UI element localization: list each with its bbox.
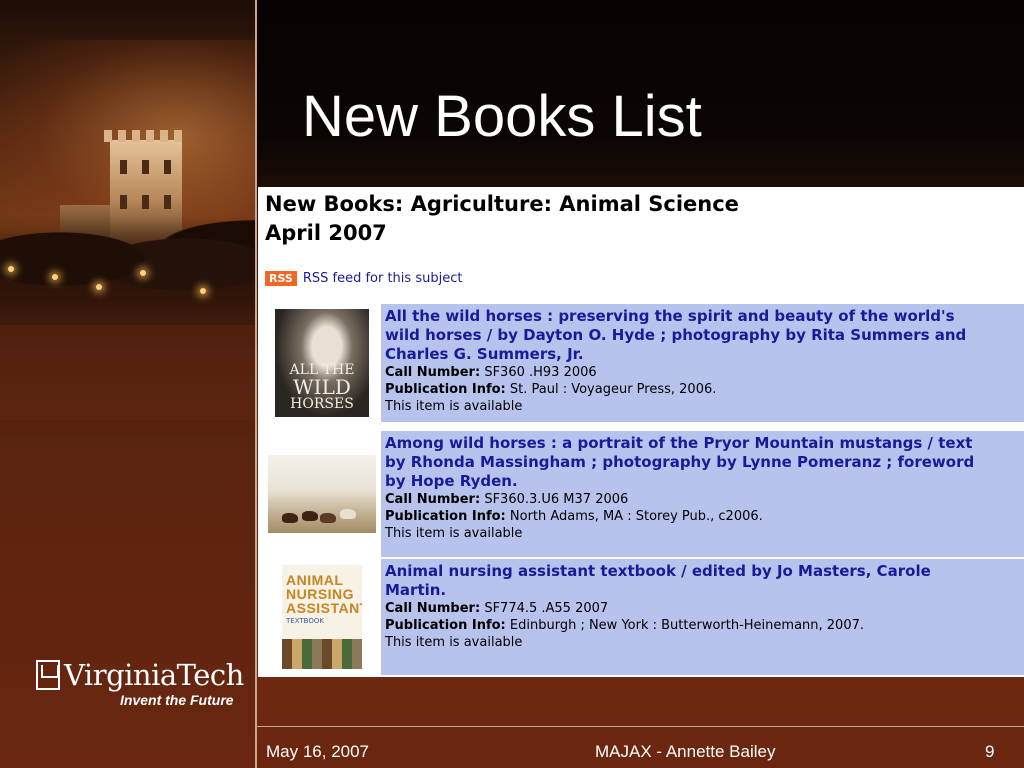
cover-title-line: NURSING <box>286 586 355 602</box>
publication-label: Publication Info: <box>385 618 506 633</box>
book-title-link[interactable]: Animal nursing assistant textbook / edit… <box>385 562 1020 600</box>
cover-title-line: ASSISTANT <box>286 600 362 616</box>
call-number: Call Number: SF360 .H93 2006 <box>385 364 1020 381</box>
publication-value: St. Paul : Voyageur Press, 2006. <box>509 382 717 397</box>
new-books-page-screenshot: New Books: Agriculture: Animal Science A… <box>258 187 1024 677</box>
book-info: Animal nursing assistant textbook / edit… <box>381 559 1024 675</box>
call-number-label: Call Number: <box>385 492 481 507</box>
vt-emblem-icon <box>36 660 60 690</box>
cover-subtitle: TEXTBOOK <box>286 617 324 625</box>
book-title-line: Charles G. Summers, Jr. <box>385 345 584 363</box>
book-item: ANIMAL NURSING ASSISTANT TEXTBOOK Animal… <box>266 559 1024 675</box>
footer-date: May 16, 2007 <box>266 742 370 761</box>
virginia-tech-logo: VirginiaTech Invent the Future <box>36 660 244 708</box>
publication-label: Publication Info: <box>385 509 506 524</box>
heading-subject: New Books: Agriculture: Animal Science <box>265 192 739 216</box>
publication-value: North Adams, MA : Storey Pub., c2006. <box>509 509 763 524</box>
logo-tagline: Invent the Future <box>120 692 234 708</box>
book-title-line: by Rhonda Massingham ; photography by Ly… <box>385 453 975 471</box>
call-number-label: Call Number: <box>385 365 481 380</box>
call-number: Call Number: SF360.3.U6 M37 2006 <box>385 491 1020 508</box>
book-cover: ANIMAL NURSING ASSISTANT TEXTBOOK <box>266 559 378 675</box>
publication-value: Edinburgh ; New York : Butterworth-Heine… <box>509 618 864 633</box>
book-cover: ALL THE WILD HORSES <box>266 304 378 422</box>
call-number-value: SF774.5 .A55 2007 <box>484 601 609 616</box>
footer-presenter: MAJAX - Annette Bailey <box>595 742 776 761</box>
availability-status: This item is available <box>385 635 523 650</box>
book-title-link[interactable]: Among wild horses : a portrait of the Pr… <box>385 434 1020 491</box>
cover-animal-nursing-assistant: ANIMAL NURSING ASSISTANT TEXTBOOK <box>282 565 362 669</box>
rss-feed-link[interactable]: RSS feed for this subject <box>303 271 463 286</box>
book-title-line: Animal nursing assistant textbook / edit… <box>385 562 931 580</box>
divider-footer <box>255 726 1024 727</box>
call-number-value: SF360.3.U6 M37 2006 <box>484 492 629 507</box>
call-number: Call Number: SF774.5 .A55 2007 <box>385 600 1020 617</box>
page-heading: New Books: Agriculture: Animal Science A… <box>265 190 739 248</box>
rss-icon[interactable]: RSS <box>265 271 297 286</box>
book-title-line: Among wild horses : a portrait of the Pr… <box>385 434 973 452</box>
book-title-line: All the wild horses : preserving the spi… <box>385 307 955 325</box>
cover-among-wild-horses <box>268 455 376 533</box>
cover-title-line: WILD <box>293 375 351 399</box>
footer-page-number: 9 <box>985 742 995 761</box>
call-number-label: Call Number: <box>385 601 481 616</box>
availability-status: This item is available <box>385 399 523 414</box>
rss-feed-row: RSS RSS feed for this subject <box>265 271 462 286</box>
book-info: Among wild horses : a portrait of the Pr… <box>381 431 1024 557</box>
book-cover <box>266 431 378 557</box>
cover-title-line: HORSES <box>290 396 354 412</box>
book-info: All the wild horses : preserving the spi… <box>381 304 1024 422</box>
cover-title-line: ANIMAL <box>286 572 344 588</box>
cover-photos <box>282 639 362 669</box>
slide-title: New Books List <box>302 84 702 149</box>
book-item: ALL THE WILD HORSES All the wild horses … <box>266 304 1024 422</box>
photo-fade <box>0 300 255 420</box>
logo-wordmark: VirginiaTech <box>64 657 244 692</box>
publication-info: Publication Info: Edinburgh ; New York :… <box>385 617 1020 634</box>
publication-info: Publication Info: North Adams, MA : Stor… <box>385 508 1020 525</box>
campus-photo-panel <box>0 0 255 768</box>
book-title-link[interactable]: All the wild horses : preserving the spi… <box>385 307 1020 364</box>
heading-month: April 2007 <box>265 221 387 245</box>
divider-vertical <box>255 0 257 768</box>
availability-status: This item is available <box>385 526 523 541</box>
publication-info: Publication Info: St. Paul : Voyageur Pr… <box>385 381 1020 398</box>
book-title-line: Martin. <box>385 581 447 599</box>
book-item: Among wild horses : a portrait of the Pr… <box>266 431 1024 557</box>
cover-all-the-wild-horses: ALL THE WILD HORSES <box>275 309 369 417</box>
publication-label: Publication Info: <box>385 382 506 397</box>
call-number-value: SF360 .H93 2006 <box>484 365 597 380</box>
book-title-line: wild horses / by Dayton O. Hyde ; photog… <box>385 326 967 344</box>
book-title-line: by Hope Ryden. <box>385 472 518 490</box>
